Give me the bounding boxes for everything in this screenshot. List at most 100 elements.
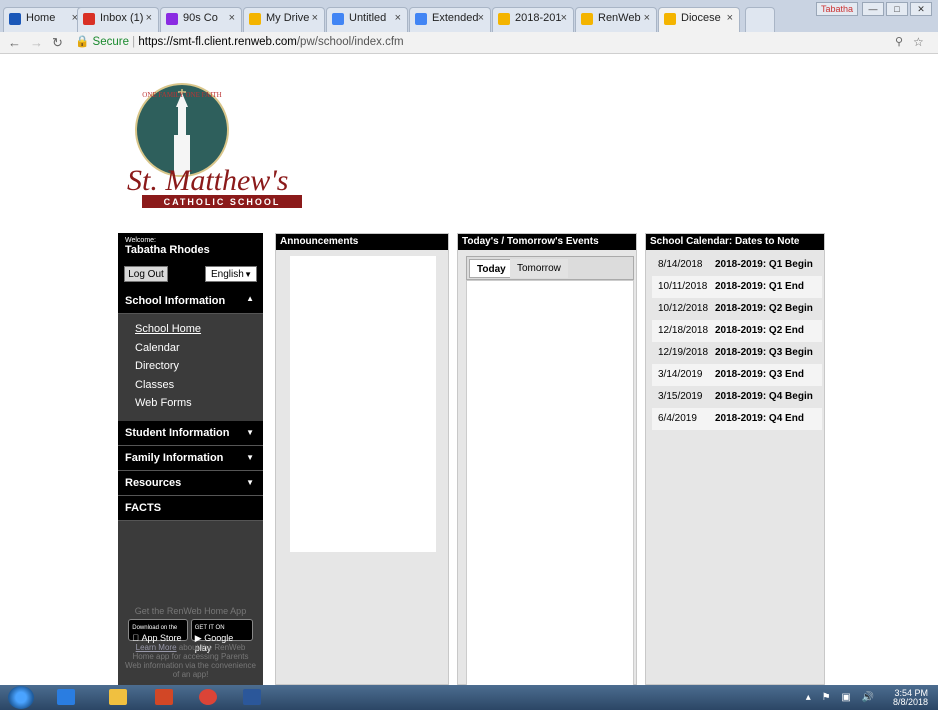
tab-tomorrow[interactable]: Tomorrow [510, 259, 568, 278]
tab-favicon-icon [581, 13, 593, 25]
os-taskbar: ▴ ⚑ ▣ 🔊 3:54 PM 8/8/2018 [0, 685, 938, 710]
calendar-event-title: 2018-2019: Q4 End [715, 413, 804, 424]
browser-tab-bar: Home × Inbox (1) × 90s Co × My Drive × Untitled ×… [0, 0, 938, 32]
system-tray-icons[interactable]: ▴ ⚑ ▣ 🔊 [806, 692, 878, 703]
back-icon[interactable]: ← [8, 35, 21, 50]
nav-section-facts[interactable]: FACTS [118, 495, 263, 521]
tab-label: RenWeb [598, 12, 641, 24]
events-content [466, 280, 634, 686]
tab-close-icon[interactable]: × [727, 12, 733, 24]
chevron-down-icon: ▼ [246, 477, 254, 487]
url-host: https://smt-fl.client.renweb.com [138, 36, 297, 48]
tab-label: 90s Co [183, 12, 218, 24]
word-icon[interactable] [236, 687, 268, 708]
sidebar-link-classes[interactable]: Classes [135, 376, 263, 395]
nav-section-school-information[interactable]: School Information ▲ [118, 287, 263, 314]
tab-close-icon[interactable]: × [146, 12, 152, 24]
calendar-event-title: 2018-2019: Q2 Begin [715, 303, 813, 314]
calendar-date: 10/11/2018 [658, 281, 708, 292]
clock[interactable]: 3:54 PM 8/8/2018 [893, 689, 928, 707]
browser-tab[interactable]: Inbox (1) × [77, 7, 159, 32]
google-play-small-text: GET IT ON [194, 625, 225, 631]
app-store-button[interactable]: Download on the  App Store [128, 619, 189, 643]
maximize-icon[interactable]: □ [886, 2, 908, 16]
tab-close-icon[interactable]: × [229, 12, 235, 24]
chrome-icon[interactable] [192, 687, 224, 708]
tab-label: Extended [432, 12, 479, 24]
file-explorer-icon[interactable] [102, 687, 134, 708]
url-input[interactable]: 🔒 Secure | https://smt-fl.client.renweb.… [75, 34, 895, 51]
events-tabs: Today Tomorrow [466, 256, 634, 280]
start-button-icon[interactable] [8, 686, 34, 709]
browser-tab[interactable]: Untitled × [326, 7, 408, 32]
zoom-icon[interactable]: ⚲ [895, 35, 903, 48]
sidebar-link-calendar[interactable]: Calendar [135, 339, 263, 358]
logo-school-name: St. Matthew's [127, 164, 288, 197]
minimize-icon[interactable]: — [862, 2, 884, 16]
browser-tab[interactable]: 2018-201 × [492, 7, 574, 32]
tab-today[interactable]: Today [469, 259, 514, 278]
google-play-button[interactable]: GET IT ON ▶ Google play [190, 619, 253, 653]
bookmark-star-icon[interactable]: ☆ [913, 35, 924, 49]
sidebar-link-directory[interactable]: Directory [135, 357, 263, 376]
tab-favicon-icon [166, 13, 178, 25]
new-tab-button[interactable] [745, 7, 775, 32]
calendar-row: 10/12/2018 2018-2019: Q2 Begin [652, 298, 822, 320]
nav-section-label: Family Information [125, 451, 224, 464]
logo-motto: ONE FAMILY ONE FAITH [142, 91, 221, 99]
nav-section-family-information[interactable]: Family Information ▼ [118, 445, 263, 471]
sidebar: Welcome: Tabatha Rhodes Log Out English ▼… [118, 233, 263, 685]
nav-section-resources[interactable]: Resources ▼ [118, 470, 263, 496]
powerpoint-icon[interactable] [148, 687, 180, 708]
lock-icon: 🔒 [75, 36, 90, 48]
forward-icon[interactable]: → [30, 35, 43, 50]
media-player-icon[interactable] [50, 687, 82, 708]
tab-label: Untitled [349, 12, 387, 24]
profile-badge[interactable]: Tabatha [815, 2, 858, 16]
calendar-panel: School Calendar: Dates to Note 8/14/2018… [645, 233, 825, 685]
browser-tab[interactable]: Extended × [409, 7, 491, 32]
learn-more-text: Learn More about the RenWeb Home app for… [118, 643, 263, 679]
nav-section-label: Resources [125, 476, 182, 489]
play-icon: ▶ [194, 633, 202, 643]
browser-tab[interactable]: Diocese × [658, 7, 740, 32]
reload-icon[interactable]: ↻ [52, 35, 63, 51]
calendar-date: 10/12/2018 [658, 303, 709, 314]
tab-close-icon[interactable]: × [561, 12, 567, 24]
announcements-panel: Announcements [275, 233, 449, 685]
tab-favicon-icon [332, 13, 344, 25]
learn-more-link[interactable]: Learn More [136, 643, 177, 652]
address-bar: ← → ↻ 🔒 Secure | https://smt-fl.client.r… [0, 32, 938, 54]
browser-tab[interactable]: 90s Co × [160, 7, 242, 32]
calendar-event-title: 2018-2019: Q1 End [715, 281, 804, 292]
calendar-date: 6/4/2019 [658, 413, 697, 424]
events-panel: Today's / Tomorrow's Events Today Tomorr… [457, 233, 637, 686]
browser-tab[interactable]: My Drive × [243, 7, 325, 32]
language-select[interactable]: English ▼ [205, 266, 257, 282]
calendar-event-title: 2018-2019: Q4 Begin [715, 391, 813, 402]
tab-close-icon[interactable]: × [312, 12, 318, 24]
window-controls: — □ ✕ [862, 2, 932, 16]
tab-label: My Drive [266, 12, 310, 24]
logout-button[interactable]: Log Out [124, 266, 168, 282]
tab-label: Home [26, 12, 56, 24]
browser-tab[interactable]: Home × [3, 7, 85, 32]
chevron-up-icon: ▲ [246, 294, 254, 303]
app-promo-text: Get the RenWeb Home App [134, 606, 247, 616]
calendar-date: 8/14/2018 [658, 259, 703, 270]
tab-close-icon[interactable]: × [478, 12, 484, 24]
tab-close-icon[interactable]: × [395, 12, 401, 24]
nav-section-label: Student Information [125, 426, 230, 439]
announcements-content [290, 256, 436, 552]
tab-close-icon[interactable]: × [644, 12, 650, 24]
tab-favicon-icon [249, 13, 261, 25]
tab-favicon-icon [9, 13, 21, 25]
browser-tab[interactable]: RenWeb × [575, 7, 657, 32]
nav-section-student-information[interactable]: Student Information ▼ [118, 420, 263, 446]
close-icon[interactable]: ✕ [910, 2, 932, 16]
calendar-row: 8/14/2018 2018-2019: Q1 Begin [652, 254, 822, 276]
announcements-title: Announcements [276, 234, 448, 250]
sidebar-link-web-forms[interactable]: Web Forms [135, 394, 263, 413]
sidebar-link-school-home[interactable]: School Home [135, 320, 263, 339]
tab-label: Inbox (1) [100, 12, 144, 24]
